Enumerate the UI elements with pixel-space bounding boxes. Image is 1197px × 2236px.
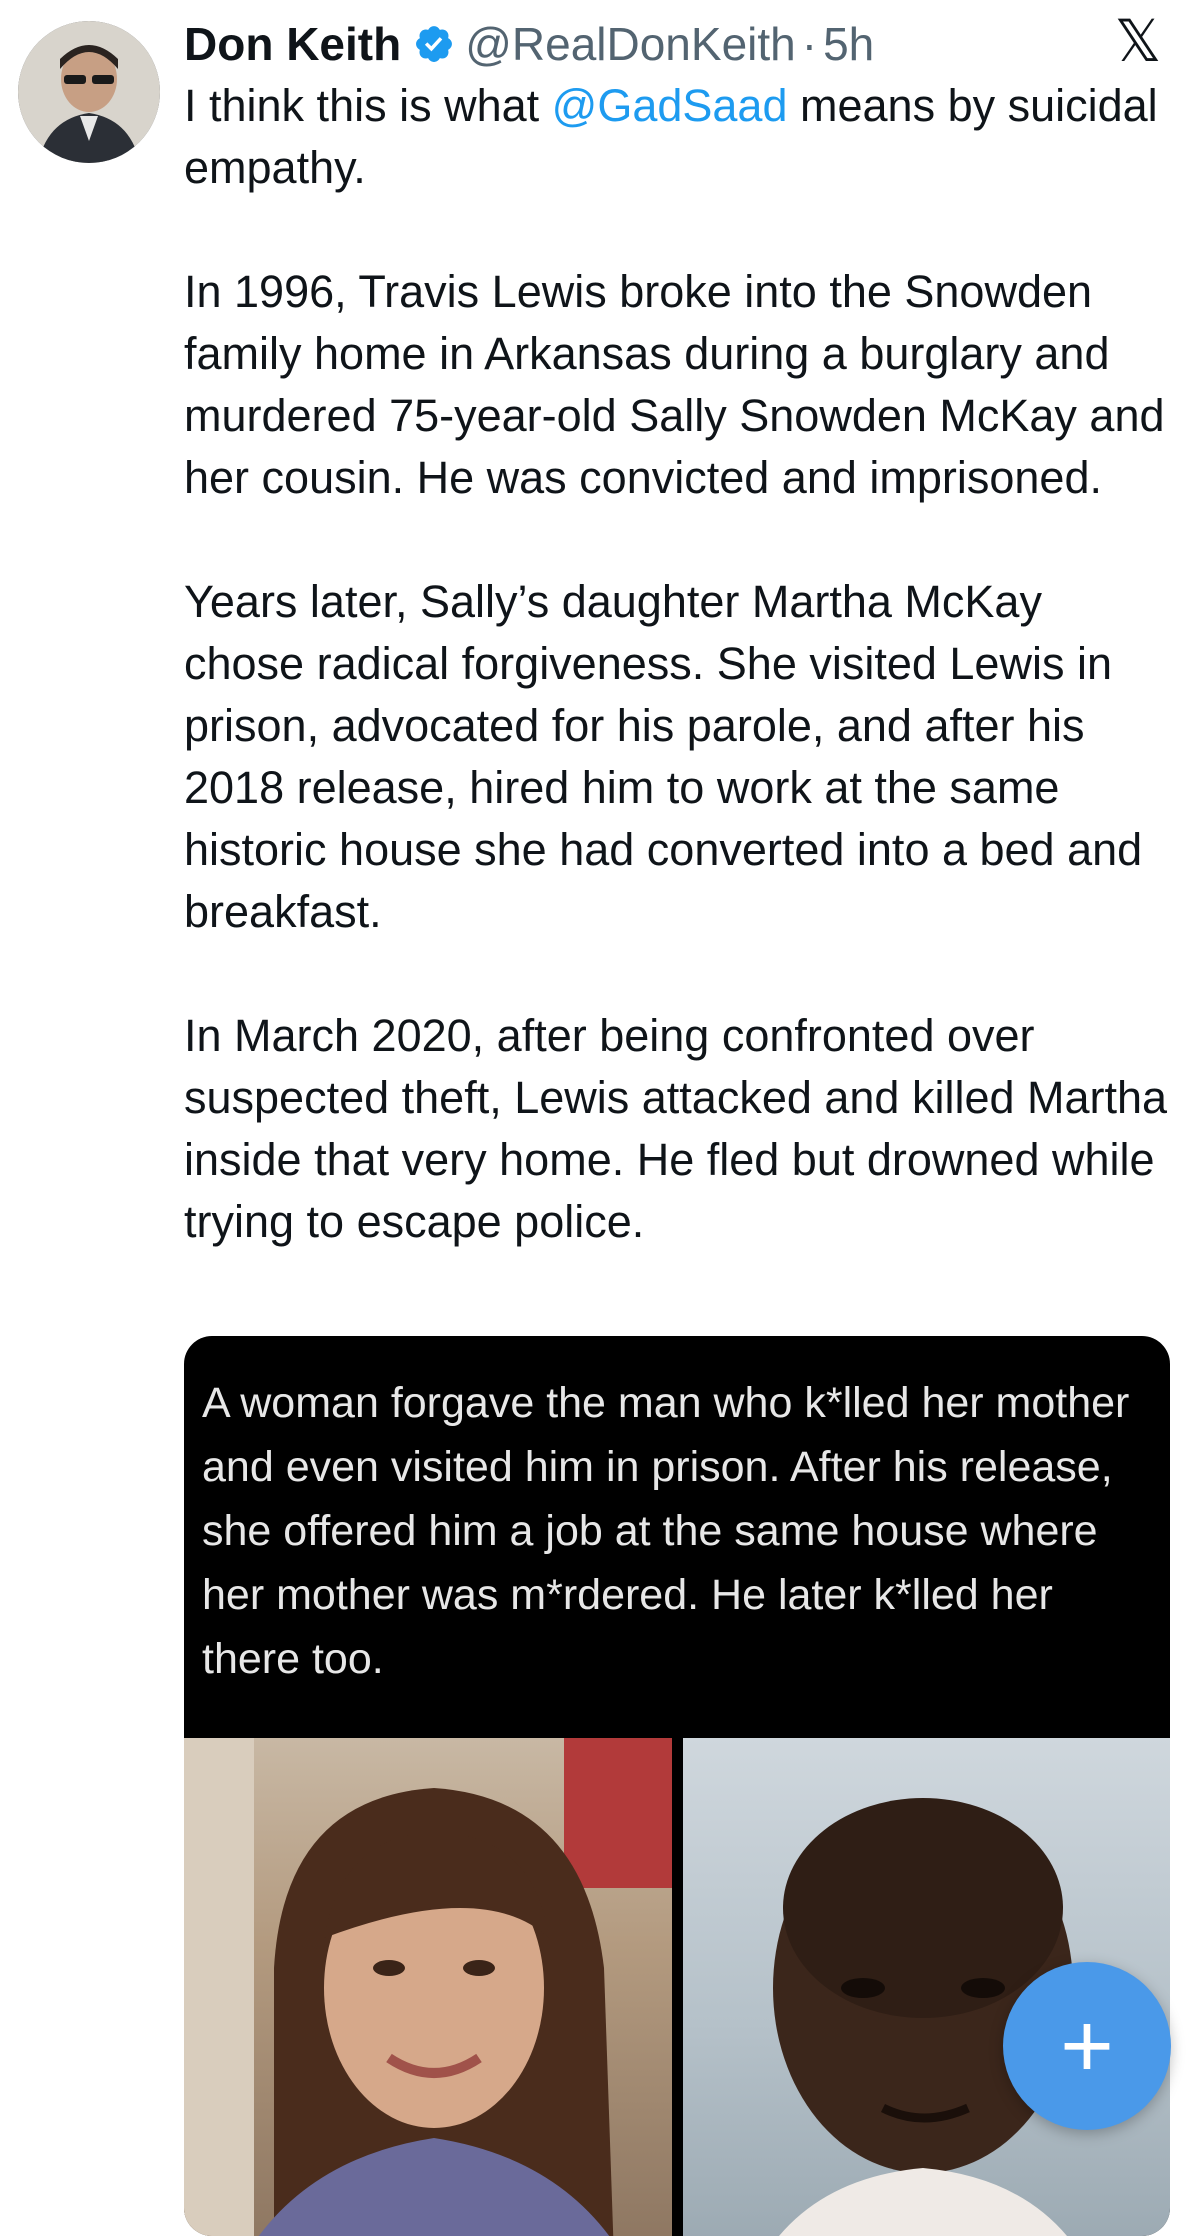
header-separator: · bbox=[801, 18, 818, 70]
tweet-paragraph-4: In March 2020, after being confronted ov… bbox=[184, 1010, 1180, 1247]
tweet-body: I think this is what @GadSaad means by s… bbox=[184, 75, 1174, 1253]
x-logo-icon[interactable]: 𝕏 bbox=[1108, 12, 1168, 72]
tweet-media-card[interactable]: A woman forgave the man who k*lled her m… bbox=[184, 1336, 1170, 2236]
author-name[interactable]: Don Keith bbox=[184, 12, 401, 76]
mention-link[interactable]: @GadSaad bbox=[552, 80, 788, 131]
verified-badge-icon bbox=[416, 26, 453, 62]
author-avatar[interactable] bbox=[18, 21, 160, 163]
compose-button[interactable]: + bbox=[1003, 1962, 1171, 2130]
tweet-paragraph-1: I think this is what @GadSaad means by s… bbox=[184, 75, 1174, 199]
tweet-paragraph-2: In 1996, Travis Lewis broke into the Sno… bbox=[184, 266, 1178, 503]
tweet-text-segment: I think this is what bbox=[184, 80, 552, 131]
photo-woman[interactable] bbox=[184, 1738, 672, 2236]
woman-portrait bbox=[184, 1738, 672, 2236]
media-caption: A woman forgave the man who k*lled her m… bbox=[202, 1379, 1130, 1683]
plus-icon: + bbox=[1060, 1995, 1114, 2097]
avatar-portrait bbox=[18, 21, 160, 163]
tweet-paragraph-3: Years later, Sally’s daughter Martha McK… bbox=[184, 576, 1155, 937]
tweet-timestamp[interactable]: 5h bbox=[823, 12, 874, 76]
tweet-header: Don Keith @RealDonKeith · 5h bbox=[184, 12, 874, 76]
author-handle[interactable]: @RealDonKeith bbox=[465, 12, 796, 76]
